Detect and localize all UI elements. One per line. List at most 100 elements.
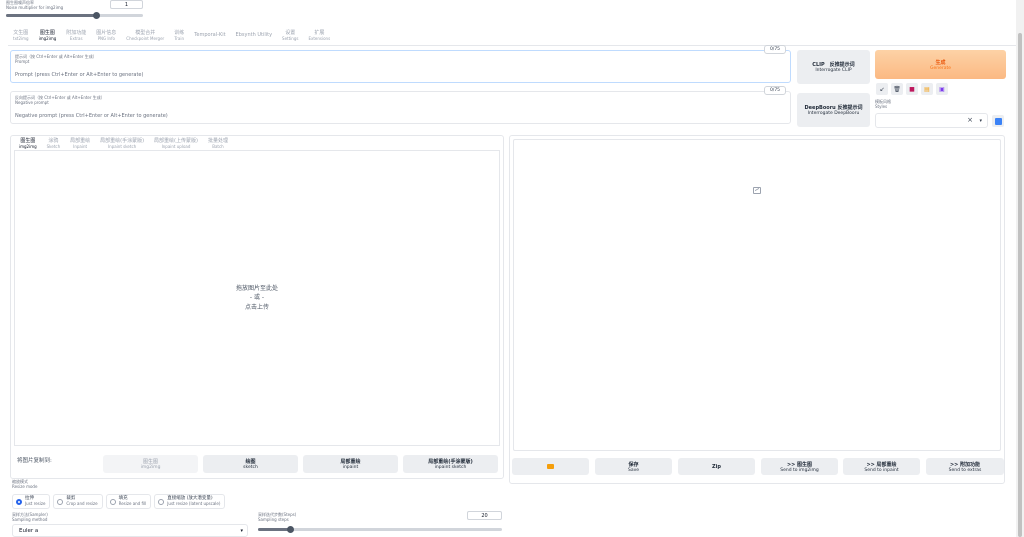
trash-icon: 🗑 — [893, 85, 901, 93]
generate-cn: 生成 — [935, 59, 946, 66]
radio-text: 裁剪 Crop and resize — [66, 496, 97, 506]
trash-button[interactable]: 🗑 — [891, 83, 903, 95]
clear-icon[interactable]: × — [967, 116, 973, 124]
save-style-button[interactable]: ▣ — [936, 83, 948, 95]
send-img2img-en: Send to img2img — [780, 467, 819, 473]
output-gallery — [513, 139, 1001, 451]
save-button[interactable]: 保存 Save — [595, 458, 672, 475]
tab-ebsynth-utility[interactable]: Ebsynth Utility — [231, 30, 278, 43]
scrollbar-thumb[interactable] — [1018, 33, 1022, 537]
noise-multiplier-label: 图生图噪声倍率 Noise multiplier for img2img — [6, 0, 63, 10]
copy-to-sketch-button[interactable]: 绘图 sketch — [203, 455, 298, 473]
tab-sublabel: Extras — [69, 35, 83, 41]
tab-sublabel: img2img — [38, 35, 57, 41]
subtab-batch[interactable]: 批量处理 Batch — [203, 138, 233, 149]
copy-sketch-en: sketch — [243, 465, 258, 470]
copy-inpaint-cn: 局部重绘 — [340, 459, 361, 465]
tab-png-info[interactable]: 图片信息 PNG Info — [91, 30, 121, 43]
steps-slider[interactable] — [258, 526, 502, 533]
copy-to-img2img-button[interactable]: 图生图 img2img — [103, 455, 198, 473]
copy-sketch-cn: 绘图 — [245, 459, 256, 465]
zip-label: Zip — [712, 463, 721, 470]
send-extras-cn: >> 附加功能 — [949, 461, 981, 468]
noise-multiplier-slider[interactable] — [6, 12, 143, 19]
resize-option-resize-and-fill[interactable]: 填充 Resize and fill — [105, 494, 152, 509]
copy-to-inpaint-sketch-button[interactable]: 局部重绘(手涂蒙版) inpaint sketch — [403, 455, 498, 473]
clipboard-button[interactable]: ▤ — [921, 83, 933, 95]
image-placeholder-icon — [753, 187, 761, 194]
tab-label: Temporal-Kit — [194, 32, 226, 38]
noise-slider-thumb[interactable] — [92, 12, 100, 19]
steps-slider-thumb[interactable] — [287, 526, 295, 533]
main-tabs: 文生图 txt2img 图生图 img2img 附加功能 Extras 图片信息 PNG In… — [8, 30, 335, 43]
styles-label: 模板风格 Styles — [875, 99, 891, 109]
radio-sublabel: Just resize — [25, 500, 46, 506]
tab-sublabel: Checkpoint Merger — [126, 35, 165, 41]
main-tabs-divider — [8, 45, 1016, 46]
generate-button[interactable]: 生成 Generate — [875, 50, 1006, 79]
arrow-icon: ↙ — [879, 85, 885, 93]
noise-slider-fill — [6, 14, 97, 17]
subtab-sublabel: Inpaint — [73, 143, 88, 149]
send-extras-en: Send to extras — [948, 467, 982, 473]
send-to-extras-button[interactable]: >> 附加功能 Send to extras — [926, 458, 1004, 475]
copy-inpaint-sketch-en: inpaint sketch — [434, 465, 467, 470]
tab-temporal-kit[interactable]: Temporal-Kit — [189, 30, 230, 43]
image-upload-dropzone[interactable]: 拖放图片至此处 - 或 - 点击上传 — [14, 151, 500, 446]
tab-txt2img[interactable]: 文生图 txt2img — [8, 30, 34, 43]
subtab-sublabel: Inpaint sketch — [107, 143, 137, 149]
styles-dropdown[interactable]: × ▾ — [875, 113, 988, 128]
subtab-img2img[interactable]: 图生图 img2img — [14, 138, 42, 149]
send-to-inpaint-button[interactable]: >> 局部重绘 Send to inpaint — [843, 458, 920, 475]
chevron-down-icon: ▾ — [979, 118, 982, 124]
radio-sublabel: Resize and fill — [118, 500, 147, 506]
tab-sublabel: txt2img — [13, 35, 29, 41]
resize-option-just-resize[interactable]: 拉伸 Just resize — [12, 494, 51, 509]
subtab-inpaint-sketch[interactable]: 局部重绘(手涂蒙版) Inpaint sketch — [95, 138, 149, 149]
radio-sublabel: Just resize (latent upscale) — [167, 500, 221, 506]
style-book-icon: ■ — [909, 85, 915, 93]
tab-sublabel: Train — [174, 35, 185, 41]
upload-line-3: 点击上传 — [244, 303, 269, 311]
sampler-label-en: Sampling method — [12, 516, 48, 522]
interrogate-clip-button[interactable]: CLIP 反推提示词 Interrogate CLIP — [797, 50, 870, 84]
subtab-inpaint-upload[interactable]: 局部重绘(上传蒙版) Inpaint upload — [149, 138, 203, 149]
subtab-sketch[interactable]: 涂鸦 Sketch — [42, 138, 65, 149]
tab-checkpoint-merger[interactable]: 模型合并 Checkpoint Merger — [121, 30, 169, 43]
sampler-dropdown[interactable]: Euler a ▾ — [12, 524, 248, 537]
send-inpaint-cn: >> 局部重绘 — [866, 461, 897, 468]
send-img2img-cn: >> 图生图 — [786, 461, 813, 468]
tab-extras[interactable]: 附加功能 Extras — [61, 30, 91, 43]
subtab-inpaint[interactable]: 局部重绘 Inpaint — [65, 138, 95, 149]
save-en: Save — [627, 467, 640, 473]
zip-button[interactable]: Zip — [678, 458, 755, 475]
tab-train[interactable]: 训练 Train — [169, 30, 189, 43]
prompt-label-en: Prompt — [15, 58, 30, 64]
arrow-button[interactable]: ↙ — [876, 83, 888, 95]
copy-to-inpaint-button[interactable]: 局部重绘 inpaint — [303, 455, 398, 473]
copy-img2img-en: img2img — [140, 465, 161, 470]
prompt-textarea[interactable]: 提示词（按 Ctrl+Enter 或 Alt+Enter 生成） Prompt … — [10, 50, 791, 83]
radio-text: 直接缩放 (放大潜变量) Just resize (latent upscale) — [167, 496, 221, 506]
noise-multiplier-input[interactable]: 1 — [110, 0, 143, 9]
tab-settings[interactable]: 设置 Settings — [277, 30, 303, 43]
style-book-button[interactable]: ■ — [906, 83, 918, 95]
clipboard-icon: ▤ — [924, 85, 930, 93]
send-to-img2img-button[interactable]: >> 图生图 Send to img2img — [761, 458, 838, 475]
negative-prompt-placeholder: Negative prompt (press Ctrl+Enter or Alt… — [15, 113, 168, 119]
negative-prompt-textarea[interactable]: 反向提示词（按 Ctrl+Enter 或 Alt+Enter 生成） Negat… — [10, 91, 791, 124]
tab-img2img[interactable]: 图生图 img2img — [34, 30, 62, 43]
open-folder-button[interactable] — [512, 458, 589, 475]
resize-option-just-resize-latent-upscale[interactable]: 直接缩放 (放大潜变量) Just resize (latent upscale) — [154, 494, 226, 509]
steps-input[interactable]: 20 — [467, 511, 502, 520]
radio-dot — [158, 498, 165, 505]
interrogate-deepbooru-button[interactable]: DeepBooru 反推提示词 Interrogate DeepBooru — [797, 93, 870, 127]
negative-prompt-label-en: Negative prompt — [15, 99, 49, 105]
tab-extensions[interactable]: 扩展 Extensions — [303, 30, 335, 43]
copy-inpaint-sketch-cn: 局部重绘(手涂蒙版) — [428, 459, 473, 465]
radio-text: 填充 Resize and fill — [118, 496, 147, 506]
resize-option-crop-and-resize[interactable]: 裁剪 Crop and resize — [53, 494, 103, 509]
apply-styles-button[interactable] — [992, 115, 1004, 127]
save-style-icon: ▣ — [939, 85, 945, 93]
interrogate-clip-en: Interrogate CLIP — [815, 68, 852, 73]
